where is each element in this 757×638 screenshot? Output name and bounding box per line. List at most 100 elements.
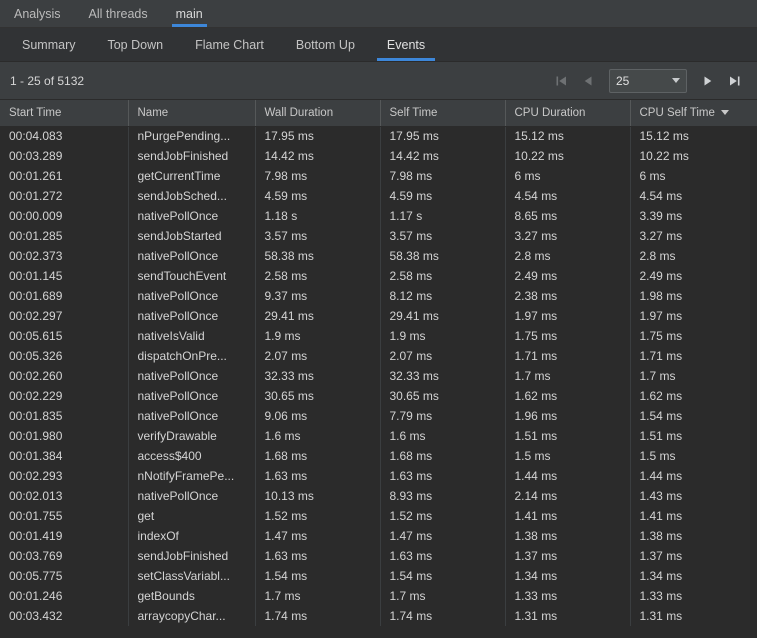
table-row[interactable]: 00:05.775setClassVariabl...1.54 ms1.54 m…	[0, 566, 757, 586]
table-row[interactable]: 00:05.615nativeIsValid1.9 ms1.9 ms1.75 m…	[0, 326, 757, 346]
table-cell: 6 ms	[505, 166, 630, 186]
table-cell: 1.38 ms	[505, 526, 630, 546]
table-cell: 1.7 ms	[630, 366, 757, 386]
column-header-cpu-self-time[interactable]: CPU Self Time	[630, 100, 757, 126]
table-cell: 00:03.289	[0, 146, 128, 166]
column-header-self-time[interactable]: Self Time	[380, 100, 505, 126]
table-cell: sendJobSched...	[128, 186, 255, 206]
table-cell: 1.7 ms	[380, 586, 505, 606]
table-cell: 1.54 ms	[255, 566, 380, 586]
table-cell: 1.7 ms	[505, 366, 630, 386]
column-header-cpu-duration[interactable]: CPU Duration	[505, 100, 630, 126]
table-row[interactable]: 00:03.769sendJobFinished1.63 ms1.63 ms1.…	[0, 546, 757, 566]
tab-summary[interactable]: Summary	[6, 28, 91, 61]
first-page-button[interactable]	[549, 69, 573, 93]
table-row[interactable]: 00:01.285sendJobStarted3.57 ms3.57 ms3.2…	[0, 226, 757, 246]
table-cell: 00:01.246	[0, 586, 128, 606]
table-cell: 14.42 ms	[255, 146, 380, 166]
table-cell: 1.71 ms	[505, 346, 630, 366]
table-row[interactable]: 00:03.432arraycopyChar...1.74 ms1.74 ms1…	[0, 606, 757, 626]
table-row[interactable]: 00:02.013nativePollOnce10.13 ms8.93 ms2.…	[0, 486, 757, 506]
toplevel-tab-main[interactable]: main	[162, 0, 217, 27]
table-cell: nativePollOnce	[128, 206, 255, 226]
table-cell: 15.12 ms	[505, 126, 630, 146]
toplevel-tab-bar: Analysis All threads main	[0, 0, 757, 28]
tab-bottom-up[interactable]: Bottom Up	[280, 28, 371, 61]
table-cell: 4.59 ms	[255, 186, 380, 206]
table-cell: nativePollOnce	[128, 486, 255, 506]
table-cell: 00:02.229	[0, 386, 128, 406]
toplevel-tab-analysis[interactable]: Analysis	[0, 0, 75, 27]
table-cell: 1.74 ms	[380, 606, 505, 626]
table-cell: sendJobFinished	[128, 546, 255, 566]
pagination-controls: 25	[549, 69, 747, 93]
table-row[interactable]: 00:04.083nPurgePending...17.95 ms17.95 m…	[0, 126, 757, 146]
previous-page-icon	[581, 74, 595, 88]
table-cell: 1.31 ms	[630, 606, 757, 626]
toplevel-tab-label: main	[176, 7, 203, 21]
table-cell: 8.12 ms	[380, 286, 505, 306]
column-header-name[interactable]: Name	[128, 100, 255, 126]
table-row[interactable]: 00:01.980verifyDrawable1.6 ms1.6 ms1.51 …	[0, 426, 757, 446]
table-row[interactable]: 00:05.326dispatchOnPre...2.07 ms2.07 ms1…	[0, 346, 757, 366]
table-row[interactable]: 00:03.289sendJobFinished14.42 ms14.42 ms…	[0, 146, 757, 166]
table-row[interactable]: 00:01.246getBounds1.7 ms1.7 ms1.33 ms1.3…	[0, 586, 757, 606]
table-cell: 10.22 ms	[505, 146, 630, 166]
table-cell: 1.52 ms	[380, 506, 505, 526]
table-row[interactable]: 00:02.229nativePollOnce30.65 ms30.65 ms1…	[0, 386, 757, 406]
table-cell: 1.68 ms	[255, 446, 380, 466]
table-cell: 1.44 ms	[630, 466, 757, 486]
table-cell: 2.58 ms	[255, 266, 380, 286]
table-cell: 1.9 ms	[255, 326, 380, 346]
tab-top-down[interactable]: Top Down	[91, 28, 179, 61]
table-cell: 9.37 ms	[255, 286, 380, 306]
table-cell: 1.7 ms	[255, 586, 380, 606]
last-page-button[interactable]	[723, 69, 747, 93]
table-row[interactable]: 00:01.272sendJobSched...4.59 ms4.59 ms4.…	[0, 186, 757, 206]
previous-page-button[interactable]	[576, 69, 600, 93]
table-row[interactable]: 00:01.145sendTouchEvent2.58 ms2.58 ms2.4…	[0, 266, 757, 286]
table-cell: access$400	[128, 446, 255, 466]
table-cell: 00:05.326	[0, 346, 128, 366]
table-cell: 00:01.384	[0, 446, 128, 466]
page-size-select[interactable]: 25	[609, 69, 687, 93]
table-cell: 2.49 ms	[630, 266, 757, 286]
table-cell: 2.58 ms	[380, 266, 505, 286]
table-cell: dispatchOnPre...	[128, 346, 255, 366]
table-cell: 2.14 ms	[505, 486, 630, 506]
table-row[interactable]: 00:02.260nativePollOnce32.33 ms32.33 ms1…	[0, 366, 757, 386]
table-row[interactable]: 00:01.755get1.52 ms1.52 ms1.41 ms1.41 ms	[0, 506, 757, 526]
table-row[interactable]: 00:01.689nativePollOnce9.37 ms8.12 ms2.3…	[0, 286, 757, 306]
table-header: Start TimeNameWall DurationSelf TimeCPU …	[0, 100, 757, 126]
toplevel-tab-all-threads[interactable]: All threads	[75, 0, 162, 27]
table-row[interactable]: 00:00.009nativePollOnce1.18 s1.17 s8.65 …	[0, 206, 757, 226]
tab-flame-chart[interactable]: Flame Chart	[179, 28, 280, 61]
table-row[interactable]: 00:02.373nativePollOnce58.38 ms58.38 ms2…	[0, 246, 757, 266]
table-cell: 4.54 ms	[505, 186, 630, 206]
table-row[interactable]: 00:02.297nativePollOnce29.41 ms29.41 ms1…	[0, 306, 757, 326]
table-row[interactable]: 00:01.384access$4001.68 ms1.68 ms1.5 ms1…	[0, 446, 757, 466]
table-cell: 00:02.260	[0, 366, 128, 386]
table-row[interactable]: 00:02.293nNotifyFramePe...1.63 ms1.63 ms…	[0, 466, 757, 486]
table-cell: 00:01.261	[0, 166, 128, 186]
table-row[interactable]: 00:01.261getCurrentTime7.98 ms7.98 ms6 m…	[0, 166, 757, 186]
table-cell: 1.38 ms	[630, 526, 757, 546]
table-cell: 10.22 ms	[630, 146, 757, 166]
table-cell: 00:01.980	[0, 426, 128, 446]
table-cell: 1.75 ms	[505, 326, 630, 346]
table-cell: 00:05.615	[0, 326, 128, 346]
tab-events[interactable]: Events	[371, 28, 441, 61]
table-cell: 1.34 ms	[505, 566, 630, 586]
next-page-button[interactable]	[696, 69, 720, 93]
table-row[interactable]: 00:01.419indexOf1.47 ms1.47 ms1.38 ms1.3…	[0, 526, 757, 546]
events-table-container[interactable]: Start TimeNameWall DurationSelf TimeCPU …	[0, 100, 757, 638]
table-cell: 1.33 ms	[630, 586, 757, 606]
column-header-wall-duration[interactable]: Wall Duration	[255, 100, 380, 126]
table-cell: 4.54 ms	[630, 186, 757, 206]
column-header-start-time[interactable]: Start Time	[0, 100, 128, 126]
toplevel-tab-label: Analysis	[14, 7, 61, 21]
pagination-toolbar: 1 - 25 of 5132 25	[0, 62, 757, 100]
table-cell: 29.41 ms	[255, 306, 380, 326]
table-cell: 8.93 ms	[380, 486, 505, 506]
table-row[interactable]: 00:01.835nativePollOnce9.06 ms7.79 ms1.9…	[0, 406, 757, 426]
